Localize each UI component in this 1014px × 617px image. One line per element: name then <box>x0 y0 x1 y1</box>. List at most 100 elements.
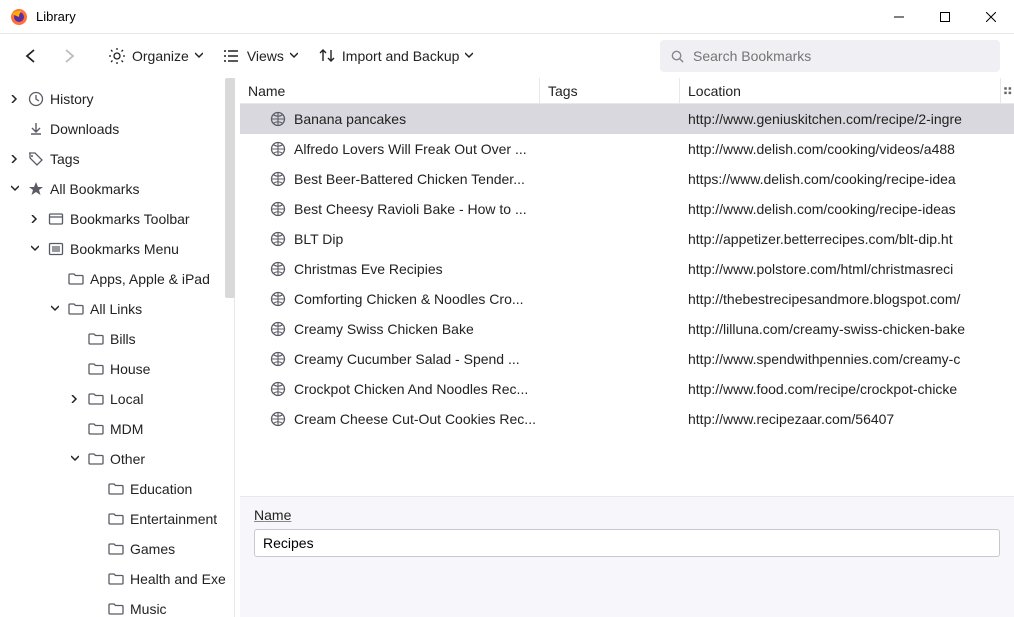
bookmark-name: Comforting Chicken & Noodles Cro... <box>294 291 524 307</box>
sidebar-item[interactable]: Apps, Apple & iPad <box>0 264 234 294</box>
bookmark-row[interactable]: Best Cheesy Ravioli Bake - How to ...htt… <box>240 194 1014 224</box>
bookmark-row[interactable]: Creamy Swiss Chicken Bake http://lilluna.… <box>240 314 1014 344</box>
bookmark-list[interactable]: Banana pancakeshttp://www.geniuskitchen.… <box>240 104 1014 496</box>
column-name[interactable]: Name <box>240 78 540 103</box>
sidebar-item[interactable]: Entertainment <box>0 504 234 534</box>
sidebar-item-label: History <box>50 91 94 107</box>
sidebar-item[interactable]: All Links <box>0 294 234 324</box>
maximize-button[interactable] <box>922 0 968 34</box>
sidebar-item-label: Games <box>130 541 175 557</box>
sidebar-item[interactable]: Other <box>0 444 234 474</box>
chevron-down-icon[interactable] <box>68 452 82 466</box>
globe-icon <box>270 381 286 397</box>
sidebar-item-label: House <box>110 361 150 377</box>
bookmark-location: http://www.delish.com/cooking/videos/a48… <box>680 141 1014 157</box>
globe-icon <box>270 111 286 127</box>
chevron-right-icon[interactable] <box>28 212 42 226</box>
folder-icon <box>88 451 104 467</box>
folder-icon <box>88 421 104 437</box>
sidebar-item[interactable]: MDM <box>0 414 234 444</box>
chevron-down-icon <box>195 52 203 60</box>
sidebar-item[interactable]: Education <box>0 474 234 504</box>
sidebar-item[interactable]: Bookmarks Toolbar <box>0 204 234 234</box>
window-title: Library <box>36 9 76 24</box>
folder-icon <box>68 271 84 287</box>
bookmark-row[interactable]: Best Beer-Battered Chicken Tender... http… <box>240 164 1014 194</box>
toolbar: Organize Views Import and Backup <box>0 34 1014 78</box>
bookmark-row[interactable]: Banana pancakeshttp://www.geniuskitchen.… <box>240 104 1014 134</box>
views-label: Views <box>247 48 284 64</box>
bookmark-row[interactable]: BLT Diphttp://appetizer.betterrecipes.co… <box>240 224 1014 254</box>
sidebar-item-label: Bookmarks Toolbar <box>70 211 190 227</box>
bookmark-location: https://www.delish.com/cooking/recipe-id… <box>680 171 1014 187</box>
sidebar-item-label: All Bookmarks <box>50 181 139 197</box>
bookmark-location: http://www.recipezaar.com/56407 <box>680 411 1014 427</box>
folder-icon <box>88 391 104 407</box>
sidebar-item[interactable]: All Bookmarks <box>0 174 234 204</box>
sidebar-splitter[interactable] <box>234 78 240 617</box>
sidebar-item[interactable]: History <box>0 84 234 114</box>
chevron-down-icon <box>465 52 473 60</box>
minimize-button[interactable] <box>876 0 922 34</box>
column-picker[interactable] <box>1000 78 1014 103</box>
sidebar-item-label: Apps, Apple & iPad <box>90 271 210 287</box>
details-pane: Name <box>240 496 1014 617</box>
chevron-right-icon[interactable] <box>8 92 22 106</box>
content-pane: Name Tags Location Banana pancakeshttp:/… <box>240 78 1014 617</box>
bookmark-name: Alfredo Lovers Will Freak Out Over ... <box>294 141 527 157</box>
import-backup-menu[interactable]: Import and Backup <box>310 42 482 70</box>
download-icon <box>28 121 44 137</box>
sidebar-item[interactable]: Health and Exe <box>0 564 234 594</box>
organize-label: Organize <box>132 48 189 64</box>
globe-icon <box>270 351 286 367</box>
bookmark-location: http://www.food.com/recipe/crockpot-chic… <box>680 381 1014 397</box>
folder-icon <box>108 571 124 587</box>
sidebar-item-label: Education <box>130 481 192 497</box>
sidebar-item[interactable]: Music <box>0 594 234 617</box>
sidebar[interactable]: History DownloadsTags All Bookmarks Bookmar… <box>0 78 234 617</box>
globe-icon <box>270 291 286 307</box>
sidebar-item[interactable]: House <box>0 354 234 384</box>
bookmark-row[interactable]: Comforting Chicken & Noodles Cro... http:… <box>240 284 1014 314</box>
column-location[interactable]: Location <box>680 78 1000 103</box>
sidebar-item-label: Bookmarks Menu <box>70 241 179 257</box>
close-button[interactable] <box>968 0 1014 34</box>
globe-icon <box>270 411 286 427</box>
sidebar-item[interactable]: Games <box>0 534 234 564</box>
bookmark-row[interactable]: Cream Cheese Cut-Out Cookies Rec...http:… <box>240 404 1014 434</box>
firefox-icon <box>10 8 28 26</box>
search-box[interactable] <box>660 40 1000 72</box>
details-name-input[interactable] <box>254 529 1000 557</box>
bookmark-location: http://www.delish.com/cooking/recipe-ide… <box>680 201 1014 217</box>
sort-icon <box>318 47 336 65</box>
chevron-right-icon[interactable] <box>68 392 82 406</box>
bookmark-row[interactable]: Creamy Cucumber Salad - Spend ...http://… <box>240 344 1014 374</box>
column-tags[interactable]: Tags <box>540 78 680 103</box>
bookmark-location: http://thebestrecipesandmore.blogspot.co… <box>680 291 1014 307</box>
sidebar-item[interactable]: Local <box>0 384 234 414</box>
views-menu[interactable]: Views <box>215 42 306 70</box>
sidebar-item[interactable]: Bills <box>0 324 234 354</box>
bookmark-name: Best Beer-Battered Chicken Tender... <box>294 171 525 187</box>
chevron-down-icon[interactable] <box>48 302 62 316</box>
gear-icon <box>108 47 126 65</box>
bookmark-location: http://lilluna.com/creamy-swiss-chicken-… <box>680 321 1014 337</box>
back-button[interactable] <box>14 42 48 70</box>
forward-button[interactable] <box>52 42 86 70</box>
search-icon <box>670 49 685 64</box>
bookmark-name: Christmas Eve Recipies <box>294 261 443 277</box>
sidebar-item-label: All Links <box>90 301 142 317</box>
chevron-down-icon[interactable] <box>8 182 22 196</box>
list-icon <box>223 47 241 65</box>
sidebar-item[interactable]: Tags <box>0 144 234 174</box>
sidebar-item[interactable]: Bookmarks Menu <box>0 234 234 264</box>
sidebar-item[interactable]: Downloads <box>0 114 234 144</box>
bookmark-row[interactable]: Alfredo Lovers Will Freak Out Over ... ht… <box>240 134 1014 164</box>
organize-menu[interactable]: Organize <box>100 42 211 70</box>
chevron-down-icon[interactable] <box>28 242 42 256</box>
chevron-right-icon[interactable] <box>8 152 22 166</box>
bookmark-row[interactable]: Crockpot Chicken And Noodles Rec...http:… <box>240 374 1014 404</box>
search-input[interactable] <box>693 48 990 64</box>
bookmark-name: Creamy Swiss Chicken Bake <box>294 321 474 337</box>
bookmark-row[interactable]: Christmas Eve Recipieshttp://www.polstor… <box>240 254 1014 284</box>
